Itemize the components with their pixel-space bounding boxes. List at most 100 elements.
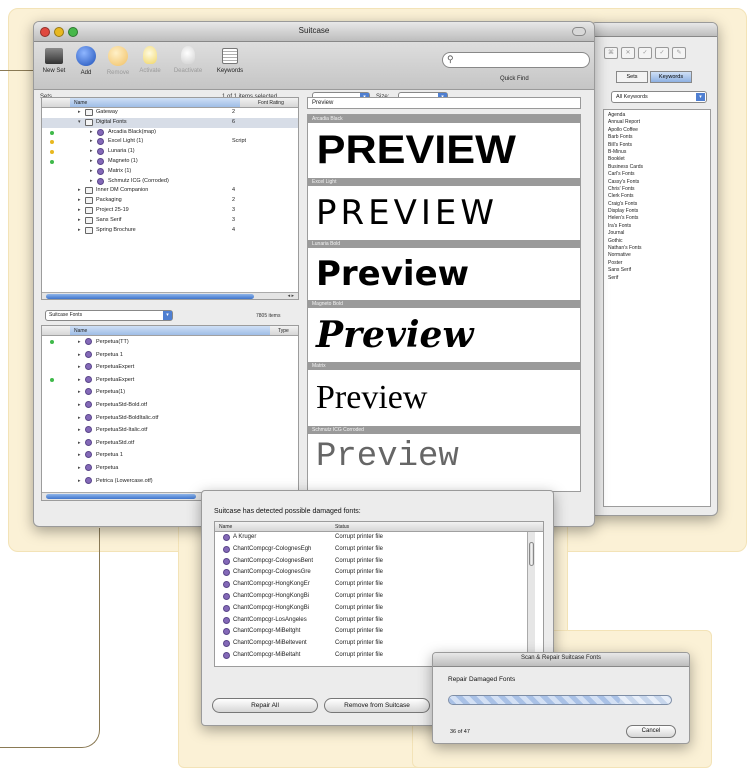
set-row[interactable]: ▸ Inner DM Companion 4 bbox=[42, 186, 298, 196]
set-row[interactable]: ▸ Magneto (1) bbox=[42, 157, 298, 167]
font-row[interactable]: ▸ Perpetua(1) bbox=[42, 386, 298, 399]
keyword-item[interactable]: Barb Fonts bbox=[608, 134, 706, 141]
scroll-arrows-icon[interactable]: ◂ ▸ bbox=[288, 293, 294, 299]
disclosure-closed-icon[interactable]: ▸ bbox=[78, 217, 81, 223]
font-row[interactable]: ▸ PerpetuaStd-Italic.otf bbox=[42, 424, 298, 437]
column-header-font-rating[interactable]: Font Rating bbox=[258, 100, 284, 106]
keyword-filter-select[interactable]: All Keywords ▾ bbox=[611, 91, 707, 103]
repair-titlebar[interactable]: Scan & Repair Suitcase Fonts bbox=[433, 653, 689, 667]
column-header-name[interactable]: Name bbox=[70, 98, 240, 107]
font-row[interactable]: ▸ PerpetuaStd-BoldItalic.otf bbox=[42, 412, 298, 425]
disclosure-closed-icon[interactable]: ▸ bbox=[78, 389, 81, 395]
set-row[interactable]: ▸ Arcadia Black(map) bbox=[42, 128, 298, 138]
disclosure-closed-icon[interactable]: ▸ bbox=[78, 109, 81, 115]
keyword-item[interactable]: B-Minus bbox=[608, 149, 706, 156]
font-source-select[interactable]: Suitcase Fonts ▾ bbox=[45, 310, 173, 321]
keywords-button[interactable]: Keywords bbox=[212, 46, 248, 74]
set-row[interactable]: ▸ Excel Light (1) Script bbox=[42, 137, 298, 147]
remove-button[interactable]: Remove bbox=[100, 46, 136, 76]
keyword-tool-button[interactable]: ✓ bbox=[638, 47, 652, 59]
keyword-item[interactable]: Poster bbox=[608, 260, 706, 267]
vertical-scrollbar[interactable] bbox=[527, 532, 535, 666]
disclosure-closed-icon[interactable]: ▸ bbox=[78, 352, 81, 358]
damaged-font-row[interactable]: ChantCompcgr-ColognesGre Corrupt printer … bbox=[215, 567, 543, 579]
damaged-font-row[interactable]: ChantCompcgr-MiBeltevent Corrupt printer … bbox=[215, 638, 543, 650]
tab-keywords[interactable]: Keywords bbox=[650, 71, 692, 83]
keyword-item[interactable]: Bill's Fonts bbox=[608, 142, 706, 149]
new-set-button[interactable]: New Set bbox=[36, 46, 72, 74]
disclosure-closed-icon[interactable]: ▸ bbox=[78, 465, 81, 471]
sets-list[interactable]: Name Font Rating ▸ Gateway 2 ▾ Digital Fonts… bbox=[41, 97, 299, 300]
keyword-item[interactable]: Nathan's Fonts bbox=[608, 245, 706, 252]
keyword-item[interactable]: Normative bbox=[608, 252, 706, 259]
cancel-button[interactable]: Cancel bbox=[626, 725, 676, 738]
column-header-status[interactable]: Status bbox=[335, 524, 349, 530]
activate-button[interactable]: Activate bbox=[132, 46, 168, 74]
search-input[interactable]: ⚲ bbox=[442, 52, 590, 68]
remove-from-suitcase-button[interactable]: Remove from Suitcase bbox=[324, 698, 430, 713]
font-row[interactable]: ▸ PerpetuaStd-Bold.otf bbox=[42, 399, 298, 412]
disclosure-closed-icon[interactable]: ▸ bbox=[90, 129, 93, 135]
disclosure-closed-icon[interactable]: ▸ bbox=[90, 168, 93, 174]
keyword-item[interactable]: Helen's Fonts bbox=[608, 215, 706, 222]
keyword-item[interactable]: Gothic bbox=[608, 238, 706, 245]
keyword-item[interactable]: Booklet bbox=[608, 156, 706, 163]
keyword-list[interactable]: Agenda Annual Report Apollo Coffee Barb Fon… bbox=[603, 109, 711, 507]
preview-text-field[interactable]: Preview bbox=[307, 97, 581, 109]
add-button[interactable]: Add bbox=[68, 46, 104, 76]
keyword-item[interactable]: Craig's Fonts bbox=[608, 201, 706, 208]
set-row[interactable]: ▸ Gateway 2 bbox=[42, 108, 298, 118]
set-row[interactable]: ▾ Digital Fonts 6 bbox=[42, 117, 298, 128]
font-row[interactable]: ▸ Petrica (Lowercase.otf) bbox=[42, 475, 298, 488]
keyword-tool-button[interactable]: ✓ bbox=[655, 47, 669, 59]
disclosure-closed-icon[interactable]: ▸ bbox=[78, 197, 81, 203]
keyword-item[interactable]: Ira's Fonts bbox=[608, 223, 706, 230]
column-header-type[interactable]: Type bbox=[278, 328, 289, 334]
keyword-item[interactable]: Carl's Fonts bbox=[608, 171, 706, 178]
font-row[interactable]: ▸ Perpetua 1 bbox=[42, 449, 298, 462]
keyword-item[interactable]: Sans Serif bbox=[608, 267, 706, 274]
keyword-item[interactable]: Clerk Fonts bbox=[608, 193, 706, 200]
disclosure-closed-icon[interactable]: ▸ bbox=[78, 364, 81, 370]
damaged-font-row[interactable]: A Kruger Corrupt printer file bbox=[215, 532, 543, 544]
keyword-item[interactable]: Agenda bbox=[608, 112, 706, 119]
preview-pane[interactable]: Arcadia Black PREVIEW Excel Light PREVIEW Lu… bbox=[307, 114, 581, 492]
disclosure-closed-icon[interactable]: ▸ bbox=[90, 178, 93, 184]
set-row[interactable]: ▸ Sans Serif 3 bbox=[42, 216, 298, 226]
damaged-font-row[interactable]: ChantCompcgr-HongKongEr Corrupt printer f… bbox=[215, 579, 543, 591]
keyword-item[interactable]: Serif bbox=[608, 275, 706, 282]
damaged-font-row[interactable]: ChantCompcgr-LosAngeles Corrupt printer f… bbox=[215, 615, 543, 627]
keyword-item[interactable]: Annual Report bbox=[608, 119, 706, 126]
disclosure-closed-icon[interactable]: ▸ bbox=[78, 402, 81, 408]
disclosure-closed-icon[interactable]: ▸ bbox=[78, 440, 81, 446]
keyword-item[interactable]: Display Fonts bbox=[608, 208, 706, 215]
column-header-name[interactable]: Name bbox=[70, 326, 270, 335]
toolbar-toggle-button[interactable] bbox=[572, 27, 586, 36]
keyword-item[interactable]: Business Cards bbox=[608, 164, 706, 171]
keyword-tool-button[interactable]: ✕ bbox=[621, 47, 635, 59]
damaged-font-row[interactable]: ChantCompcgr-HongKongBi Corrupt printer f… bbox=[215, 603, 543, 615]
deactivate-button[interactable]: Deactivate bbox=[170, 46, 206, 74]
disclosure-closed-icon[interactable]: ▸ bbox=[78, 478, 81, 484]
disclosure-open-icon[interactable]: ▾ bbox=[78, 119, 81, 125]
repair-all-button[interactable]: Repair All bbox=[212, 698, 318, 713]
set-row[interactable]: ▸ Schmutz ICG (Corroded) bbox=[42, 177, 298, 187]
disclosure-closed-icon[interactable]: ▸ bbox=[78, 187, 81, 193]
damaged-font-row[interactable]: ChantCompcgr-ColognesBent Corrupt printer… bbox=[215, 556, 543, 568]
disclosure-closed-icon[interactable]: ▸ bbox=[78, 227, 81, 233]
disclosure-closed-icon[interactable]: ▸ bbox=[90, 148, 93, 154]
damaged-font-row[interactable]: ChantCompcgr-ColognesEgh Corrupt printer … bbox=[215, 544, 543, 556]
damaged-font-row[interactable]: ChantCompcgr-MiBeltght Corrupt printer fi… bbox=[215, 626, 543, 638]
set-row[interactable]: ▸ Project 25-19 3 bbox=[42, 206, 298, 216]
font-row[interactable]: ▸ Perpetua 1 bbox=[42, 349, 298, 362]
set-row[interactable]: ▸ Spring Brochure 4 bbox=[42, 226, 298, 236]
set-row[interactable]: ▸ Matrix (1) bbox=[42, 167, 298, 177]
fonts-list[interactable]: Name Type ▸ Perpetua(TT) ▸ Perpetua 1 ▸ Perpe… bbox=[41, 325, 299, 501]
horizontal-scrollbar[interactable]: ◂ ▸ bbox=[42, 292, 298, 299]
disclosure-closed-icon[interactable]: ▸ bbox=[90, 158, 93, 164]
scrollbar-thumb[interactable] bbox=[529, 542, 534, 566]
damaged-fonts-list[interactable]: Name Status A Kruger Corrupt printer file… bbox=[214, 521, 544, 667]
keyword-tool-button[interactable]: ✎ bbox=[672, 47, 686, 59]
disclosure-closed-icon[interactable]: ▸ bbox=[78, 377, 81, 383]
scrollbar-thumb[interactable] bbox=[46, 494, 196, 499]
